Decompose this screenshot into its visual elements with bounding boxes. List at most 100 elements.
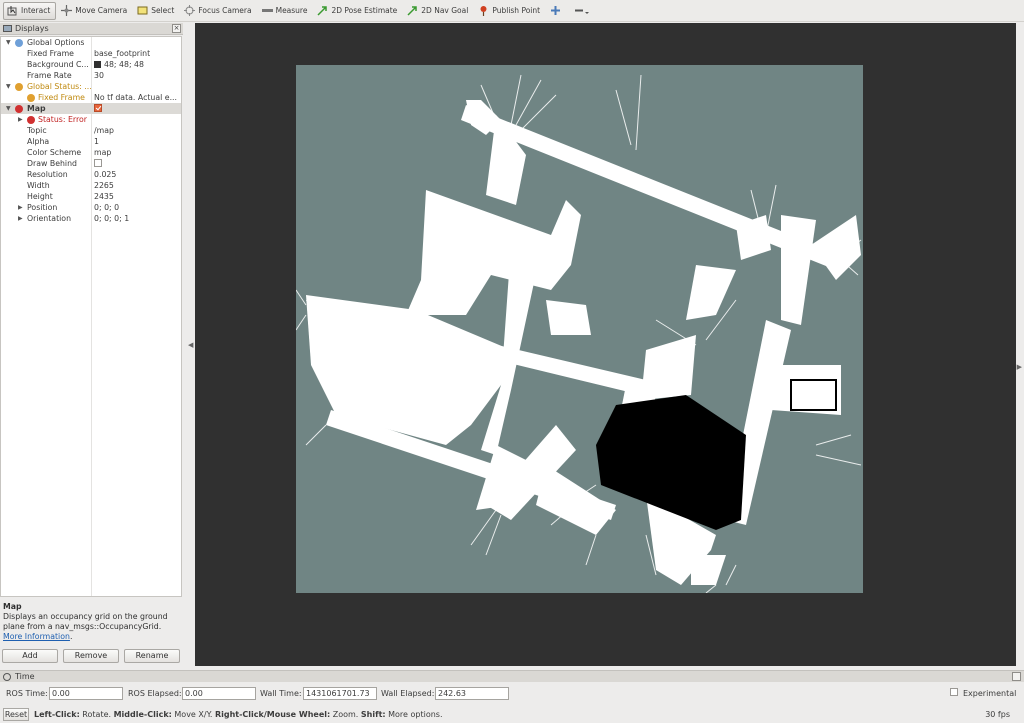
- right-click-key: Right-Click/Mouse Wheel:: [214, 710, 331, 719]
- collapse-right-icon[interactable]: ▶: [1017, 363, 1022, 371]
- focus-camera-icon: [184, 5, 196, 16]
- close-icon[interactable]: [1012, 672, 1021, 681]
- prop-key: Frame Rate: [27, 71, 72, 80]
- green-arrow-icon: [407, 5, 418, 16]
- tree-row-map-status[interactable]: ▶ Status: Error: [1, 114, 181, 125]
- tree-row-topic[interactable]: Topic /map: [1, 125, 181, 136]
- toolbar: Interact Move Camera Select Focus Camera…: [0, 0, 1024, 22]
- fixed-frame-status-value: No tf data. Actual e...: [94, 93, 178, 102]
- displays-tree[interactable]: ▼ Global Options Fixed Frame base_footpr…: [0, 36, 182, 597]
- select-icon: [137, 5, 148, 16]
- prop-key: Alpha: [27, 137, 50, 146]
- expand-right-icon[interactable]: ▶: [18, 213, 23, 224]
- status-help-text: Left-Click: Rotate. Middle-Click: Move X…: [34, 710, 443, 719]
- tree-row-height[interactable]: Height 2435: [1, 191, 181, 202]
- alpha-value[interactable]: 1: [94, 136, 181, 147]
- background-color-value[interactable]: 48; 48; 48: [94, 59, 181, 70]
- expand-down-icon[interactable]: ▼: [6, 103, 11, 114]
- draw-behind-checkbox[interactable]: [94, 159, 102, 167]
- move-camera-tool[interactable]: Move Camera: [58, 2, 132, 20]
- topic-value[interactable]: /map: [94, 125, 181, 136]
- warning-icon: [27, 94, 35, 102]
- tree-row-frame-rate[interactable]: Frame Rate 30: [1, 70, 181, 81]
- map-enabled-checkbox[interactable]: [94, 104, 102, 112]
- draw-behind-cell: [94, 158, 181, 169]
- expand-down-icon[interactable]: ▼: [6, 81, 11, 92]
- tree-row-width[interactable]: Width 2265: [1, 180, 181, 191]
- rename-button[interactable]: Rename: [124, 649, 180, 663]
- middle-click-action: Move X/Y.: [171, 710, 215, 719]
- prop-key: Orientation: [27, 214, 72, 223]
- tree-row-background-color[interactable]: Background C... 48; 48; 48: [1, 59, 181, 70]
- experimental-checkbox[interactable]: [950, 688, 958, 696]
- remove-button[interactable]: Remove: [63, 649, 119, 663]
- collapse-left-icon[interactable]: ◀: [188, 341, 193, 349]
- description-title: Map: [3, 602, 22, 611]
- measure-tool[interactable]: Measure: [259, 2, 313, 20]
- remove-tool-button[interactable]: [571, 2, 593, 20]
- close-icon[interactable]: ×: [172, 24, 181, 33]
- map-label: Map: [27, 104, 46, 113]
- prop-key: Height: [27, 192, 53, 201]
- left-click-action: Rotate.: [79, 710, 114, 719]
- wall-elapsed-field[interactable]: 242.63: [435, 687, 509, 700]
- tree-row-draw-behind[interactable]: Draw Behind: [1, 158, 181, 169]
- frame-rate-value[interactable]: 30: [94, 70, 181, 81]
- add-tool-button[interactable]: [547, 2, 569, 20]
- tree-row-position[interactable]: ▶ Position 0; 0; 0: [1, 202, 181, 213]
- expand-right-icon[interactable]: ▶: [18, 202, 23, 213]
- reset-button[interactable]: Reset: [3, 708, 29, 721]
- description-text: Displays an occupancy grid on the ground…: [3, 612, 168, 631]
- tree-row-resolution[interactable]: Resolution 0.025: [1, 169, 181, 180]
- green-arrow-icon: [317, 5, 328, 16]
- focus-camera-tool[interactable]: Focus Camera: [181, 2, 256, 20]
- expand-right-icon[interactable]: ▶: [18, 114, 23, 125]
- time-title: Time: [15, 672, 35, 681]
- resolution-value: 0.025: [94, 170, 117, 179]
- tree-row-color-scheme[interactable]: Color Scheme map: [1, 147, 181, 158]
- map-pin-icon: [478, 5, 489, 16]
- tree-row-alpha[interactable]: Alpha 1: [1, 136, 181, 147]
- wall-time-field[interactable]: 1431061701.73: [303, 687, 377, 700]
- interact-tool[interactable]: Interact: [3, 1, 57, 20]
- error-icon: [15, 105, 23, 113]
- add-button[interactable]: Add: [2, 649, 58, 663]
- more-information-link[interactable]: More Information: [3, 632, 70, 641]
- render-viewport[interactable]: ▶: [195, 23, 1022, 666]
- tree-row-map[interactable]: ▼ Map: [1, 103, 181, 114]
- experimental-label: Experimental: [963, 689, 1017, 698]
- nav-goal-tool[interactable]: 2D Nav Goal: [404, 2, 473, 20]
- publish-point-label: Publish Point: [492, 6, 541, 15]
- ros-time-field[interactable]: 0.00: [49, 687, 123, 700]
- position-value: 0; 0; 0: [94, 203, 120, 212]
- select-tool[interactable]: Select: [134, 2, 179, 20]
- cursor-icon: [7, 5, 18, 16]
- color-scheme-value[interactable]: map: [94, 147, 181, 158]
- prop-key: Position: [27, 203, 58, 212]
- tree-row-global-options[interactable]: ▼ Global Options: [1, 37, 181, 48]
- prop-key: Draw Behind: [27, 159, 77, 168]
- tree-row-fixed-frame[interactable]: Fixed Frame base_footprint: [1, 48, 181, 59]
- error-icon: [27, 116, 35, 124]
- clock-icon: [3, 672, 11, 681]
- tree-row-global-status[interactable]: ▼ Global Status: ...: [1, 81, 181, 92]
- orientation-value: 0; 0; 0; 1: [94, 214, 130, 223]
- width-value: 2265: [94, 181, 114, 190]
- ros-elapsed-field[interactable]: 0.00: [182, 687, 256, 700]
- tree-row-orientation[interactable]: ▶ Orientation 0; 0; 0; 1: [1, 213, 181, 224]
- move-camera-icon: [61, 5, 73, 16]
- time-panel-title: Time: [0, 670, 1024, 682]
- color-swatch: [94, 60, 101, 68]
- fixed-frame-value[interactable]: base_footprint: [94, 48, 181, 59]
- publish-point-tool[interactable]: Publish Point: [475, 2, 545, 20]
- middle-click-key: Middle-Click:: [113, 710, 172, 719]
- tree-row-fixed-frame-status[interactable]: Fixed Frame No tf data. Actual e...: [1, 92, 181, 103]
- expand-down-icon[interactable]: ▼: [6, 37, 11, 48]
- prop-key: Color Scheme: [27, 148, 82, 157]
- description-end: .: [69, 632, 73, 641]
- display-description: Map Displays an occupancy grid on the gr…: [0, 600, 182, 646]
- shift-key: Shift:: [360, 710, 386, 719]
- pose-estimate-tool[interactable]: 2D Pose Estimate: [314, 2, 402, 20]
- prop-key: Width: [27, 181, 50, 190]
- shift-action: More options.: [385, 710, 443, 719]
